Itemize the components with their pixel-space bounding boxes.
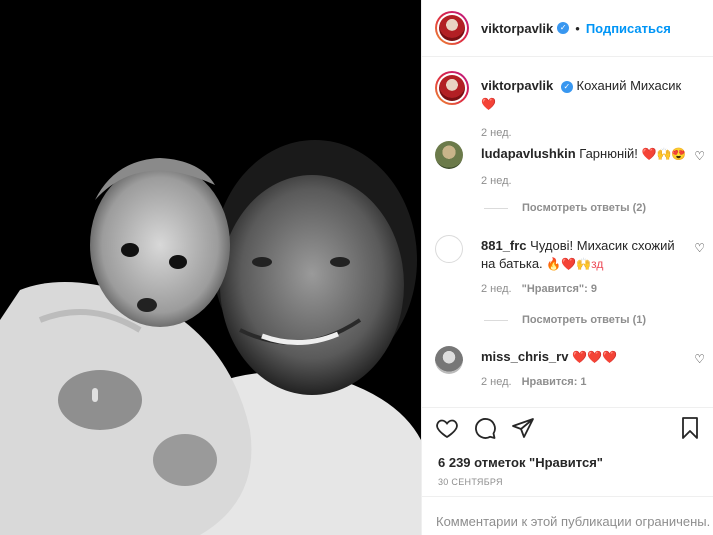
caption-text: Коханий Михасик (576, 78, 682, 93)
bookmark-icon[interactable] (678, 416, 702, 440)
view-replies-button[interactable]: Посмотреть ответы (2) (484, 202, 646, 214)
post-actions: 6 239 отметок "Нравится" 30 СЕНТЯБРЯ Ком… (422, 407, 713, 535)
instagram-post: viktorpavlik ✓ • Подписаться viktorpavli… (0, 0, 713, 535)
comment-emoji: 🔥❤️🙌зд (546, 257, 604, 271)
comment-likes[interactable]: Нравится: 1 (522, 376, 587, 388)
list-item: miss_chris_rv ❤️❤️❤️ 2 нед. Нравится: 1 (435, 346, 691, 388)
verified-icon: ✓ (557, 22, 570, 34)
comment-emoji: ❤️❤️❤️ (572, 350, 617, 364)
comments-limited-notice: Комментарии к этой публикации ограничены… (422, 496, 713, 529)
heart-icon[interactable] (435, 416, 459, 440)
comment-icon[interactable] (473, 416, 497, 440)
avatar[interactable] (435, 11, 469, 45)
like-comment-heart-icon[interactable]: ♡ (694, 149, 705, 163)
view-replies-button[interactable]: Посмотреть ответы (1) (484, 314, 646, 326)
comment-avatar[interactable] (435, 346, 463, 374)
comment-username[interactable]: 881_frc (481, 238, 527, 253)
comment-time[interactable]: 2 нед. (481, 283, 512, 295)
comment-text: Гарнюній! (579, 146, 638, 161)
comment-time[interactable]: 2 нед. (481, 175, 512, 187)
header-username[interactable]: viktorpavlik (481, 21, 553, 36)
like-comment-heart-icon[interactable]: ♡ (694, 352, 705, 366)
separator-dot: • (575, 20, 580, 36)
list-item: ludapavlushkin Гарнюній! ❤️🙌😍 2 нед. (435, 141, 691, 187)
comment-likes[interactable]: "Нравится": 9 (522, 283, 597, 295)
comments-list: viktorpavlik ✓ Коханий Михасик ❤️ 2 нед.… (422, 57, 713, 407)
share-icon[interactable] (511, 416, 535, 440)
post-photo[interactable] (0, 0, 421, 535)
post-header: viktorpavlik ✓ • Подписаться (422, 0, 713, 57)
like-comment-heart-icon[interactable]: ♡ (694, 241, 705, 255)
comment-time[interactable]: 2 нед. (481, 376, 512, 388)
post-sidebar: viktorpavlik ✓ • Подписаться viktorpavli… (421, 0, 713, 535)
comment-username[interactable]: miss_chris_rv (481, 349, 568, 364)
comment-avatar[interactable] (435, 141, 463, 169)
photo-image (0, 0, 421, 535)
comment-avatar[interactable] (435, 235, 463, 263)
follow-button[interactable]: Подписаться (586, 21, 671, 36)
verified-icon: ✓ (560, 80, 573, 93)
list-item: 881_frc Чудові! Михасик схожий на батька… (435, 235, 691, 295)
likes-count[interactable]: 6 239 отметок "Нравится" (438, 455, 603, 470)
caption-emoji: ❤️ (481, 97, 496, 111)
caption-avatar[interactable] (435, 71, 469, 105)
caption-time[interactable]: 2 нед. (481, 127, 512, 139)
caption: viktorpavlik ✓ Коханий Михасик ❤️ 2 нед. (435, 71, 691, 139)
caption-username[interactable]: viktorpavlik (481, 78, 553, 93)
post-date[interactable]: 30 СЕНТЯБРЯ (438, 477, 503, 487)
comment-emoji: ❤️🙌😍 (641, 147, 687, 161)
comment-username[interactable]: ludapavlushkin (481, 146, 576, 161)
